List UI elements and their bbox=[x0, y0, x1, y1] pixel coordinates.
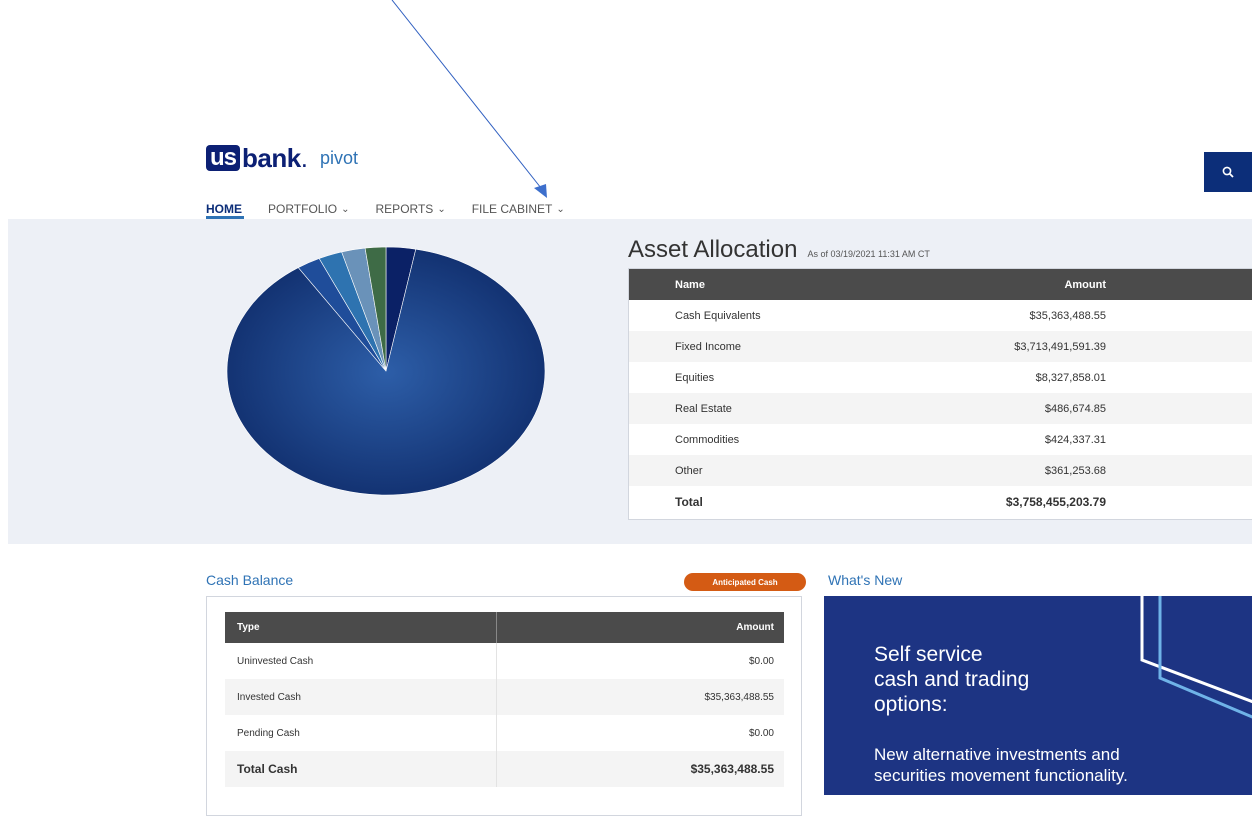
whats-new-banner[interactable]: Self service cash and trading options: N… bbox=[824, 596, 1252, 795]
logo-bank-text: bank bbox=[242, 143, 301, 173]
row-name: Real Estate bbox=[629, 393, 847, 424]
table-row: Fixed Income $3,713,491,591.39 bbox=[629, 331, 1252, 362]
table-row: Invested Cash $35,363,488.55 bbox=[225, 679, 784, 715]
table-row: Equities $8,327,858.01 bbox=[629, 362, 1252, 393]
anticipated-cash-button[interactable]: Anticipated Cash bbox=[684, 573, 806, 591]
search-icon bbox=[1222, 166, 1234, 178]
column-header-type[interactable]: Type bbox=[225, 612, 497, 643]
row-name: Other bbox=[629, 455, 847, 486]
table-header-row: Type Amount bbox=[225, 612, 784, 643]
total-amount: $35,363,488.55 bbox=[495, 751, 784, 787]
table-total-row: Total $3,758,455,203.79 bbox=[629, 486, 1252, 517]
body-line: New alternative investments and bbox=[874, 745, 1120, 764]
nav-reports[interactable]: REPORTS ⌄ bbox=[376, 200, 446, 218]
row-name: Cash Equivalents bbox=[675, 309, 761, 322]
cash-balance-table: Type Amount Uninvested Cash $0.00 Invest… bbox=[225, 612, 784, 787]
main-nav: HOME PORTFOLIO ⌄ REPORTS ⌄ FILE CABINET … bbox=[206, 200, 591, 218]
row-amount: $361,253.68 bbox=[846, 455, 1252, 486]
table-row: Cash Equivalents $35,363,488.55 bbox=[629, 300, 1252, 331]
row-amount: $35,363,488.55 bbox=[1029, 309, 1106, 322]
product-name: pivot bbox=[319, 148, 358, 168]
column-header-amount[interactable]: Amount bbox=[846, 269, 1252, 300]
headline-line: cash and trading bbox=[874, 668, 1030, 691]
asset-allocation-table-card: Name Amount Cash Equivalents $35,363,488… bbox=[628, 268, 1252, 520]
whats-new-body: New alternative investments and securiti… bbox=[874, 744, 1128, 786]
table-total-row: Total Cash $35,363,488.55 bbox=[225, 751, 784, 787]
table-row: Commodities $424,337.31 bbox=[629, 424, 1252, 455]
as-of-timestamp: As of 03/19/2021 11:31 AM CT bbox=[807, 249, 930, 259]
row-name: Fixed Income bbox=[629, 331, 847, 362]
table-row: Uninvested Cash $0.00 bbox=[225, 643, 784, 679]
nav-portfolio-label: PORTFOLIO bbox=[268, 202, 338, 216]
asset-allocation-header: Asset Allocation As of 03/19/2021 11:31 … bbox=[628, 236, 930, 264]
asset-allocation-table: Name Amount Cash Equivalents $35,363,488… bbox=[629, 269, 1252, 517]
asset-allocation-title: Asset Allocation bbox=[628, 236, 798, 263]
nav-file-cabinet-label: FILE CABINET bbox=[471, 202, 553, 216]
row-type: Invested Cash bbox=[225, 679, 497, 715]
nav-home-label: HOME bbox=[206, 202, 242, 216]
row-type: Pending Cash bbox=[237, 727, 300, 739]
table-row: Real Estate $486,674.85 bbox=[629, 393, 1252, 424]
row-amount: $8,327,858.01 bbox=[1035, 371, 1106, 384]
logo-us-mark: us bbox=[206, 145, 241, 171]
table-header-row: Name Amount bbox=[629, 269, 1252, 300]
row-amount: $0.00 bbox=[495, 643, 784, 679]
row-amount: $3,713,491,591.39 bbox=[846, 331, 1252, 362]
row-amount: $486,674.85 bbox=[846, 393, 1252, 424]
nav-file-cabinet[interactable]: FILE CABINET ⌄ bbox=[472, 200, 565, 218]
row-amount: $0.00 bbox=[495, 715, 784, 751]
row-name: Commodities bbox=[675, 433, 740, 446]
chevron-down-icon: ⌄ bbox=[556, 203, 565, 215]
row-amount: $424,337.31 bbox=[1044, 433, 1106, 446]
column-header-amount[interactable]: Amount bbox=[495, 612, 784, 643]
total-amount: $3,758,455,203.79 bbox=[1005, 494, 1106, 509]
whats-new-title: What's New bbox=[828, 572, 903, 588]
nav-reports-label: REPORTS bbox=[375, 202, 434, 216]
usbank-logo[interactable]: us bank . pivot bbox=[206, 145, 358, 171]
cash-balance-card: Type Amount Uninvested Cash $0.00 Invest… bbox=[206, 596, 802, 816]
annotation-arrow bbox=[391, 0, 547, 198]
total-label: Total bbox=[675, 494, 703, 509]
row-name: Equities bbox=[675, 371, 715, 384]
body-line: securities movement functionality. bbox=[874, 766, 1128, 785]
table-row: Other $361,253.68 bbox=[629, 455, 1252, 486]
nav-portfolio[interactable]: PORTFOLIO ⌄ bbox=[268, 200, 350, 218]
chevron-down-icon: ⌄ bbox=[341, 203, 350, 215]
asset-allocation-pie-chart bbox=[226, 246, 546, 496]
column-header-name[interactable]: Name bbox=[629, 269, 847, 300]
headline-line: options: bbox=[874, 693, 948, 716]
logo-dot: . bbox=[300, 143, 308, 173]
row-amount: $35,363,488.55 bbox=[495, 679, 784, 715]
search-button[interactable] bbox=[1204, 152, 1252, 192]
headline-line: Self service bbox=[874, 643, 983, 666]
cash-balance-title: Cash Balance bbox=[206, 572, 294, 588]
whats-new-headline: Self service cash and trading options: bbox=[874, 642, 1029, 717]
row-type: Uninvested Cash bbox=[237, 655, 314, 667]
table-row: Pending Cash $0.00 bbox=[225, 715, 784, 751]
total-label: Total Cash bbox=[225, 751, 497, 787]
chevron-down-icon: ⌄ bbox=[437, 203, 446, 215]
